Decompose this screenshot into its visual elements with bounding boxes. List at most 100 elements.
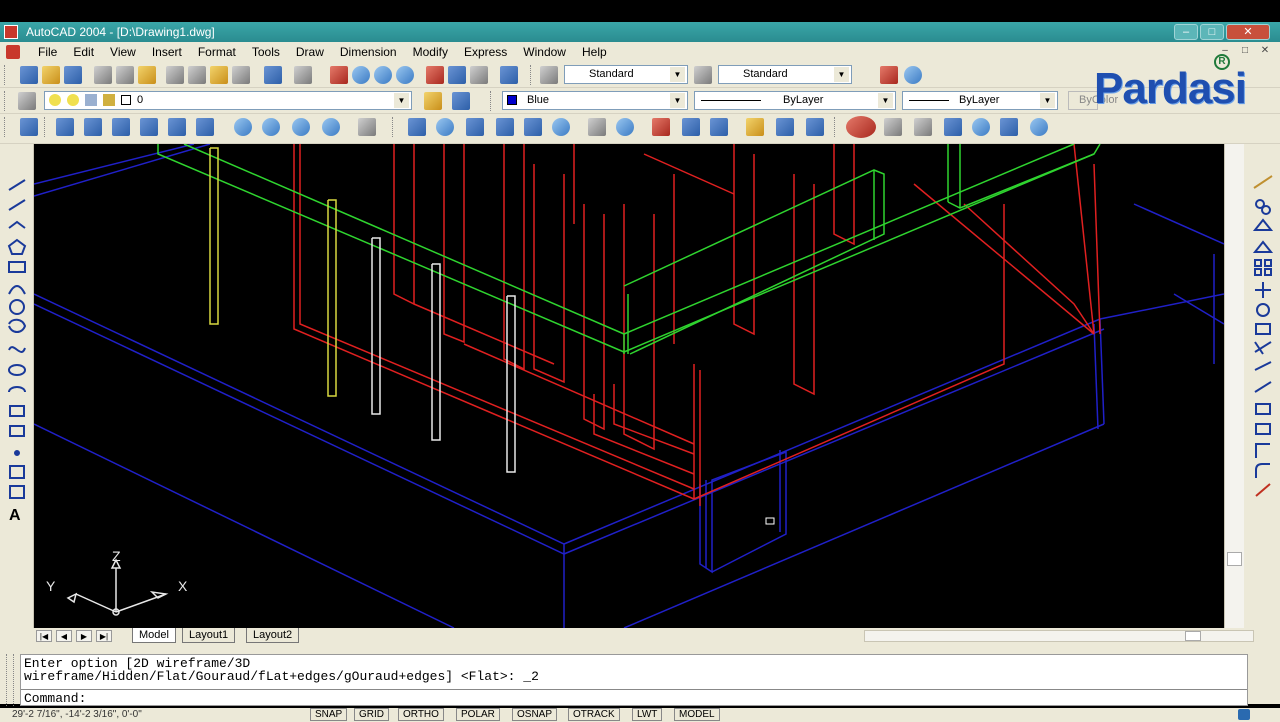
lineweight-control-select[interactable]: ByLayer ▼	[902, 91, 1058, 110]
menu-window[interactable]: Window	[515, 45, 574, 59]
chevron-down-icon[interactable]: ▼	[670, 67, 685, 82]
otrack-toggle[interactable]: OTRACK	[568, 708, 620, 721]
horizontal-scroll-thumb[interactable]	[1185, 631, 1201, 641]
setup-profile-icon[interactable]	[806, 118, 824, 136]
ortho-toggle[interactable]: ORTHO	[398, 708, 444, 721]
layer-viewport-icon[interactable]	[85, 94, 97, 106]
cone-solid-icon[interactable]	[496, 118, 514, 136]
zoom-previous-icon[interactable]	[396, 66, 414, 84]
view-right-icon[interactable]	[112, 118, 130, 136]
minimize-button[interactable]: –	[1174, 24, 1198, 40]
interfere-icon[interactable]	[710, 118, 728, 136]
revolve-icon[interactable]	[616, 118, 634, 136]
menu-draw[interactable]: Draw	[288, 45, 332, 59]
communication-center-icon[interactable]	[1238, 709, 1250, 720]
layer-lock-icon[interactable]	[103, 94, 115, 106]
flat-shaded-icon[interactable]	[1000, 118, 1018, 136]
toolbar-grip[interactable]	[4, 117, 7, 137]
zoom-window-icon[interactable]	[374, 66, 392, 84]
toolbar-grip[interactable]	[834, 117, 837, 137]
chevron-down-icon[interactable]: ▼	[1040, 93, 1055, 108]
setup-view-icon[interactable]	[776, 118, 794, 136]
paste-icon[interactable]	[210, 66, 228, 84]
menu-dimension[interactable]: Dimension	[332, 45, 405, 59]
vertical-scrollbar[interactable]	[1224, 144, 1244, 628]
layer-previous-icon[interactable]	[452, 92, 470, 110]
3d-wireframe-icon[interactable]	[944, 118, 962, 136]
tool-palettes-icon[interactable]	[470, 66, 488, 84]
command-prompt[interactable]: Command:	[24, 691, 86, 706]
copy-icon[interactable]	[188, 66, 206, 84]
toolbar-grip[interactable]	[4, 91, 7, 111]
view-top-icon[interactable]	[20, 118, 38, 136]
sphere-solid-icon[interactable]	[436, 118, 454, 136]
camera-icon[interactable]	[358, 118, 376, 136]
chevron-down-icon[interactable]: ▼	[878, 93, 893, 108]
snap-toggle[interactable]: SNAP	[310, 708, 348, 721]
open-file-icon[interactable]	[42, 66, 60, 84]
chevron-down-icon[interactable]: ▼	[670, 93, 685, 108]
menu-format[interactable]: Format	[190, 45, 244, 59]
setup-drawing-icon[interactable]	[746, 118, 764, 136]
coordinate-readout[interactable]: 29'-2 7/16", -14'-2 3/16", 0'-0"	[12, 709, 142, 720]
tab-layout1[interactable]: Layout1	[182, 628, 236, 643]
new-file-icon[interactable]	[20, 66, 38, 84]
pan-realtime-icon[interactable]	[330, 66, 348, 84]
toolbar-grip[interactable]	[44, 117, 47, 137]
view-se-iso-icon[interactable]	[196, 118, 214, 136]
autocad-app-icon[interactable]	[4, 25, 18, 39]
view-front-icon[interactable]	[56, 118, 74, 136]
make-object-layer-current-icon[interactable]	[424, 92, 442, 110]
model-toggle[interactable]: MODEL	[674, 708, 720, 721]
view-sw-iso-icon[interactable]	[168, 118, 186, 136]
menu-view[interactable]: View	[102, 45, 144, 59]
slice-icon[interactable]	[652, 118, 670, 136]
properties-icon[interactable]	[426, 66, 444, 84]
match-properties-icon[interactable]	[232, 66, 250, 84]
undo-icon[interactable]	[264, 66, 282, 84]
extrude-icon[interactable]	[588, 118, 606, 136]
menu-insert[interactable]: Insert	[144, 45, 190, 59]
render-icon[interactable]	[846, 116, 876, 138]
drawing-document-icon[interactable]	[6, 45, 20, 59]
menu-edit[interactable]: Edit	[65, 45, 102, 59]
grid-toggle[interactable]: GRID	[354, 708, 389, 721]
publish-icon[interactable]	[138, 66, 156, 84]
box-solid-icon[interactable]	[408, 118, 426, 136]
save-icon[interactable]	[64, 66, 82, 84]
drawing-canvas[interactable]: Z Y X	[34, 144, 1224, 628]
plot-preview-icon[interactable]	[116, 66, 134, 84]
zoom-icon[interactable]	[904, 66, 922, 84]
layer-thaw-icon[interactable]	[67, 94, 79, 106]
command-window[interactable]: Enter option [2D wireframe/3D wireframe/…	[20, 654, 1248, 706]
command-window-grip[interactable]	[6, 654, 14, 706]
osnap-toggle[interactable]: OSNAP	[512, 708, 558, 721]
redo-icon[interactable]	[294, 66, 312, 84]
menu-modify[interactable]: Modify	[405, 45, 456, 59]
view-ne-iso-icon[interactable]	[234, 118, 252, 136]
vertical-scroll-thumb[interactable]	[1227, 552, 1242, 566]
title-bar[interactable]: AutoCAD 2004 - [D:\Drawing1.dwg] – □ ✕	[0, 22, 1280, 42]
zoom-realtime-icon[interactable]	[352, 66, 370, 84]
first-tab-button[interactable]: |◀	[36, 630, 52, 642]
linetype-control-select[interactable]: ByLayer ▼	[694, 91, 896, 110]
view-left-icon[interactable]	[84, 118, 102, 136]
tab-layout2[interactable]: Layout2	[246, 628, 300, 643]
layer-select[interactable]: 0 ▼	[44, 91, 412, 110]
text-style-icon[interactable]	[540, 66, 558, 84]
menu-express[interactable]: Express	[456, 45, 515, 59]
print-icon[interactable]	[94, 66, 112, 84]
view-nw-iso-icon[interactable]	[262, 118, 280, 136]
torus-solid-icon[interactable]	[552, 118, 570, 136]
design-center-icon[interactable]	[448, 66, 466, 84]
cut-icon[interactable]	[166, 66, 184, 84]
menu-help[interactable]: Help	[574, 45, 615, 59]
text-style-select[interactable]: Standard ▼	[564, 65, 688, 84]
help-icon[interactable]	[500, 66, 518, 84]
pan-icon[interactable]	[880, 66, 898, 84]
previous-tab-button[interactable]: ◀	[56, 630, 72, 642]
chevron-down-icon[interactable]: ▼	[834, 67, 849, 82]
section-icon[interactable]	[682, 118, 700, 136]
close-button[interactable]: ✕	[1226, 24, 1270, 40]
tab-model[interactable]: Model	[132, 628, 176, 643]
